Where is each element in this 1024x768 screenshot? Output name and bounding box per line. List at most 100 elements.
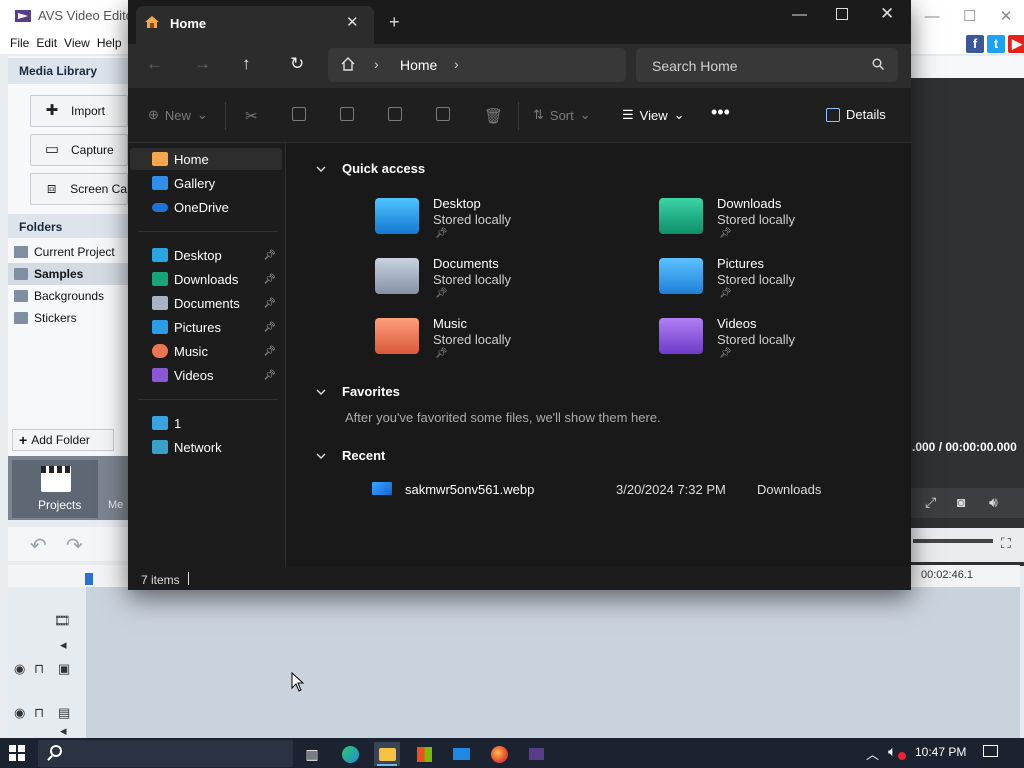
close-tab-icon[interactable]: ✕ xyxy=(346,13,359,31)
edge-icon[interactable] xyxy=(337,742,363,766)
import-button[interactable]: ✚ Import xyxy=(30,95,128,127)
quick-access-desktop[interactable]: Desktop Stored locally 📌︎ xyxy=(375,196,625,246)
notification-icon[interactable] xyxy=(983,745,998,757)
pin-icon[interactable]: 📌︎ xyxy=(263,250,276,261)
media-tab-label[interactable]: Me xyxy=(108,499,123,511)
more-options-icon[interactable]: ••• xyxy=(711,102,730,123)
menu-file[interactable]: File xyxy=(10,36,29,50)
volume-slider[interactable] xyxy=(913,539,993,543)
new-tab-icon[interactable]: + xyxy=(389,12,400,33)
search-icon[interactable] xyxy=(50,745,62,757)
mail-icon[interactable] xyxy=(448,742,474,766)
sidebar-item-music[interactable]: Music 📌︎ xyxy=(130,340,282,362)
search-icon[interactable] xyxy=(872,58,884,70)
delete-icon[interactable]: 🗑︎ xyxy=(484,107,503,125)
home-icon[interactable] xyxy=(340,56,356,72)
avs-window-controls[interactable]: — ☐ ✕ xyxy=(913,0,1024,32)
sidebar-item-network[interactable]: Network xyxy=(130,436,282,458)
forward-icon[interactable]: → xyxy=(194,54,211,74)
folder-samples[interactable]: Samples xyxy=(8,263,128,285)
sidebar-item-desktop[interactable]: Desktop 📌︎ xyxy=(130,244,282,266)
minimize-icon[interactable]: — xyxy=(925,8,940,25)
taskbar-clock[interactable]: 10:47 PM xyxy=(915,745,966,759)
quick-access-pictures[interactable]: Pictures Stored locally 📌︎ xyxy=(659,256,909,306)
file-explorer-icon[interactable] xyxy=(374,742,400,766)
facebook-icon[interactable]: f xyxy=(966,35,984,53)
snapshot-icon[interactable]: ◙ xyxy=(957,494,965,510)
sidebar-item-downloads[interactable]: Downloads 📌︎ xyxy=(130,268,282,290)
up-icon[interactable]: ↑ xyxy=(242,54,251,74)
twitter-icon[interactable]: t xyxy=(987,35,1005,53)
taskbar-search[interactable] xyxy=(38,740,293,767)
pin-icon[interactable]: 📌︎ xyxy=(263,274,276,285)
redo-icon[interactable]: ↷ xyxy=(66,533,83,558)
task-view-icon[interactable]: ▥ xyxy=(299,742,325,766)
pin-icon[interactable]: 📌︎ xyxy=(263,370,276,381)
eye-icon[interactable]: ◉ xyxy=(14,661,25,677)
menu-help[interactable]: Help xyxy=(97,36,122,50)
audio-icon[interactable]: ◂ xyxy=(60,637,67,653)
share-icon[interactable] xyxy=(436,107,450,121)
address-bar[interactable]: › Home › xyxy=(328,48,626,82)
start-icon[interactable] xyxy=(9,745,25,761)
maximize-icon[interactable] xyxy=(836,8,848,20)
avs-editor-icon[interactable] xyxy=(523,742,549,766)
fit-icon[interactable]: ⛶ xyxy=(1001,535,1011,552)
quick-access-music[interactable]: Music Stored locally 📌︎ xyxy=(375,316,625,366)
timeline[interactable] xyxy=(8,565,1020,738)
sort-button[interactable]: ⇅ Sort ⌄ xyxy=(533,107,591,123)
volume-icon[interactable]: 🔊︎ xyxy=(989,494,998,511)
volume-icon[interactable]: 🔈︎ xyxy=(888,743,896,760)
details-button[interactable]: Details xyxy=(826,107,886,122)
quick-access-downloads[interactable]: Downloads Stored locally 📌︎ xyxy=(659,196,909,246)
sidebar-item-documents[interactable]: Documents 📌︎ xyxy=(130,292,282,314)
maximize-icon[interactable]: ☐ xyxy=(963,7,976,25)
recent-file-row[interactable]: sakmwr5onv561.webp 3/20/2024 7:32 PM Dow… xyxy=(372,480,892,498)
cut-icon[interactable]: ✂ xyxy=(245,107,258,125)
add-folder-button[interactable]: + Add Folder xyxy=(12,429,114,451)
folder-backgrounds[interactable]: Backgrounds xyxy=(8,285,128,307)
chevron-right-icon[interactable]: › xyxy=(374,56,379,72)
youtube-icon[interactable]: ▶ xyxy=(1008,35,1024,53)
screen-capture-button[interactable]: ⧈ Screen Ca xyxy=(30,173,128,205)
back-icon[interactable]: ← xyxy=(146,54,163,74)
folder-stickers[interactable]: Stickers xyxy=(8,307,128,329)
pin-icon[interactable]: 📌︎ xyxy=(263,322,276,333)
quick-access-videos[interactable]: Videos Stored locally 📌︎ xyxy=(659,316,909,366)
close-icon[interactable]: ✕ xyxy=(880,4,894,24)
quick-access-documents[interactable]: Documents Stored locally 📌︎ xyxy=(375,256,625,306)
copy-icon[interactable] xyxy=(292,107,306,121)
search-box[interactable] xyxy=(636,48,898,82)
section-favorites[interactable]: Favorites xyxy=(316,384,400,399)
audio-icon[interactable]: ◂ xyxy=(60,723,67,739)
fullscreen-icon[interactable]: ⤢ xyxy=(925,494,936,511)
paste-icon[interactable] xyxy=(340,107,354,121)
pin-icon[interactable]: 📌︎ xyxy=(263,298,276,309)
chevron-up-icon[interactable]: ︿ xyxy=(866,744,879,763)
eye-icon[interactable]: ◉ xyxy=(14,705,25,721)
section-recent[interactable]: Recent xyxy=(316,448,385,463)
sidebar-item-videos[interactable]: Videos 📌︎ xyxy=(130,364,282,386)
firefox-icon[interactable] xyxy=(486,742,512,766)
playhead[interactable] xyxy=(85,573,93,585)
close-icon[interactable]: ✕ xyxy=(1000,7,1013,25)
menu-view[interactable]: View xyxy=(64,36,90,50)
menu-edit[interactable]: Edit xyxy=(36,36,57,50)
section-quick-access[interactable]: Quick access xyxy=(316,161,425,176)
folder-current-project[interactable]: Current Project xyxy=(8,241,128,263)
search-input[interactable] xyxy=(650,55,854,77)
chevron-right-icon[interactable]: › xyxy=(454,56,459,72)
view-button[interactable]: ☰ View ⌄ xyxy=(622,107,685,123)
sidebar-item-this-pc[interactable]: 1 xyxy=(130,412,282,434)
new-button[interactable]: ⊕ New ⌄ xyxy=(148,107,208,123)
lock-icon[interactable]: ⊓ xyxy=(34,705,44,721)
sidebar-item-pictures[interactable]: Pictures 📌︎ xyxy=(130,316,282,338)
store-icon[interactable] xyxy=(411,742,437,766)
lock-icon[interactable]: ⊓ xyxy=(34,661,44,677)
sidebar-item-home[interactable]: Home xyxy=(130,148,282,170)
refresh-icon[interactable]: ↻ xyxy=(290,54,304,74)
rename-icon[interactable] xyxy=(388,107,402,121)
minimize-icon[interactable]: — xyxy=(792,6,807,23)
pin-icon[interactable]: 📌︎ xyxy=(263,346,276,357)
sidebar-item-onedrive[interactable]: OneDrive xyxy=(130,196,282,218)
